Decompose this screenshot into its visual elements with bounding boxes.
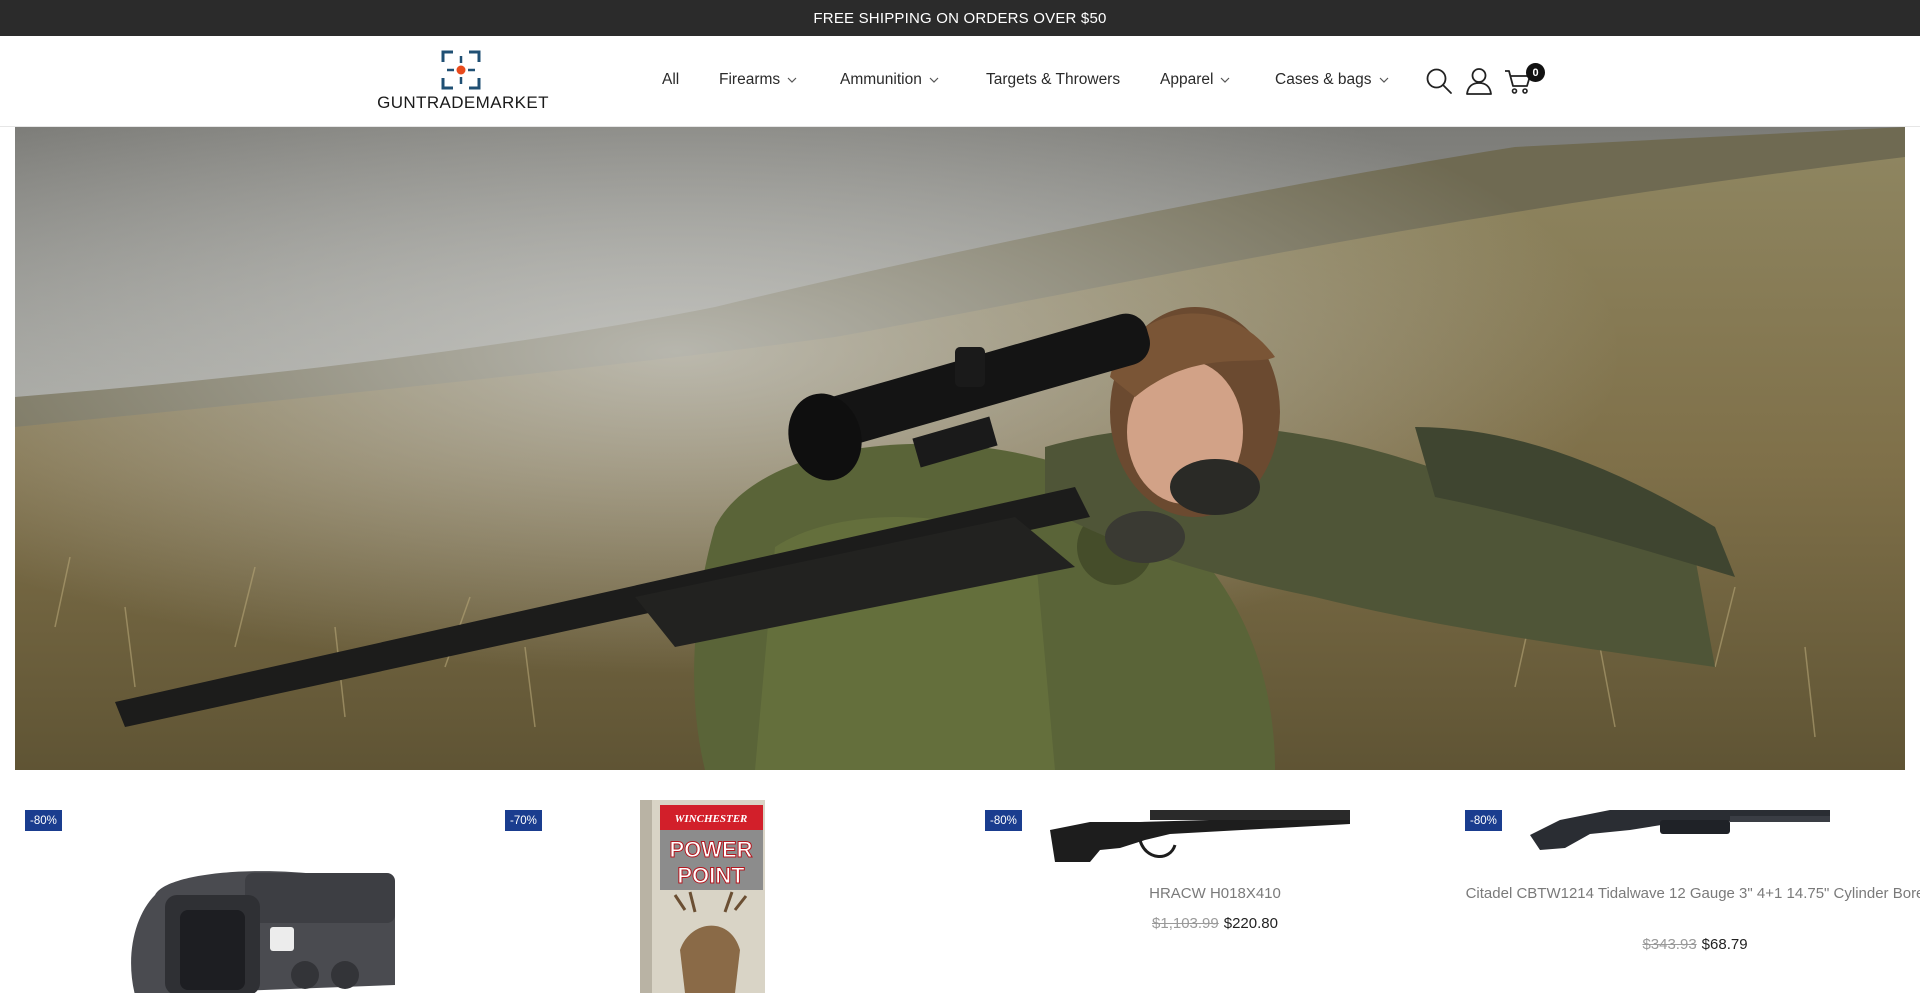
box-title-line-1: POWER: [669, 837, 752, 862]
nav-apparel-label: Apparel: [1160, 71, 1214, 88]
chevron-down-icon: [929, 77, 939, 83]
chevron-down-icon: [787, 77, 797, 83]
product-price: $343.93 $68.79: [1455, 936, 1920, 953]
original-price: $1,103.99: [1152, 915, 1219, 932]
product-price: $1,103.99 $220.80: [975, 915, 1455, 932]
product-card[interactable]: -80% HRACW H018X410 $1,103.99 $220.80: [975, 790, 1455, 993]
user-icon[interactable]: [1464, 66, 1494, 96]
discount-badge: -80%: [25, 810, 62, 831]
discount-badge: -70%: [505, 810, 542, 831]
nav-targets-label: Targets & Throwers: [986, 71, 1121, 88]
chevron-down-icon: [1379, 77, 1388, 83]
nav-all[interactable]: All: [662, 71, 679, 89]
discount-badge: -80%: [1465, 810, 1502, 831]
announcement-text: FREE SHIPPING ON ORDERS OVER $50: [813, 9, 1107, 27]
box-brand-text: WINCHESTER: [675, 813, 748, 825]
nav-firearms[interactable]: Firearms: [719, 71, 798, 89]
hero-image: [15, 127, 1905, 770]
nav-firearms-label: Firearms: [719, 71, 781, 88]
main-navigation: All Firearms Ammunition Targets & Throwe…: [0, 36, 1920, 127]
hero-banner[interactable]: [15, 127, 1905, 770]
nav-ammunition-label: Ammunition: [840, 71, 922, 88]
nav-apparel[interactable]: Apparel: [1160, 71, 1231, 89]
site-header: GUNTRADEMARKET All Firearms Ammunition T…: [0, 36, 1920, 127]
discount-badge: -80%: [985, 810, 1022, 831]
nav-cases-bags[interactable]: Cases & bags: [1275, 71, 1390, 89]
product-name[interactable]: Citadel CBTW1214 Tidalwave 12 Gauge 3" 4…: [1455, 883, 1920, 904]
chevron-down-icon: [1221, 77, 1230, 83]
lever-action-rifle-image: [1050, 810, 1350, 862]
original-price: $343.93: [1642, 936, 1697, 953]
nav-ammunition[interactable]: Ammunition: [840, 71, 940, 89]
nav-targets-throwers[interactable]: Targets & Throwers: [986, 71, 1120, 89]
pump-shotgun-image: [1530, 810, 1830, 850]
winchester-ammo-box-image: WINCHESTER POWER POINT: [640, 800, 765, 993]
product-name[interactable]: HRACW H018X410: [975, 883, 1455, 904]
box-title-line-2: POINT: [677, 863, 745, 888]
nav-cases-label: Cases & bags: [1275, 71, 1372, 88]
cart-count-badge: 0: [1526, 63, 1545, 82]
red-dot-sight-image: [131, 871, 395, 993]
nav-all-label: All: [662, 71, 680, 88]
sale-price: $220.80: [1223, 915, 1278, 932]
product-card[interactable]: -70% WINCHESTER POWER POINT: [495, 790, 975, 993]
product-card[interactable]: -80% Citadel CBTW1214 Tidalwave 12 Gauge…: [1455, 790, 1920, 993]
search-icon[interactable]: [1424, 66, 1454, 96]
product-card[interactable]: -80%: [15, 790, 495, 993]
announcement-bar: FREE SHIPPING ON ORDERS OVER $50: [0, 0, 1920, 36]
sale-price: $68.79: [1701, 936, 1748, 953]
